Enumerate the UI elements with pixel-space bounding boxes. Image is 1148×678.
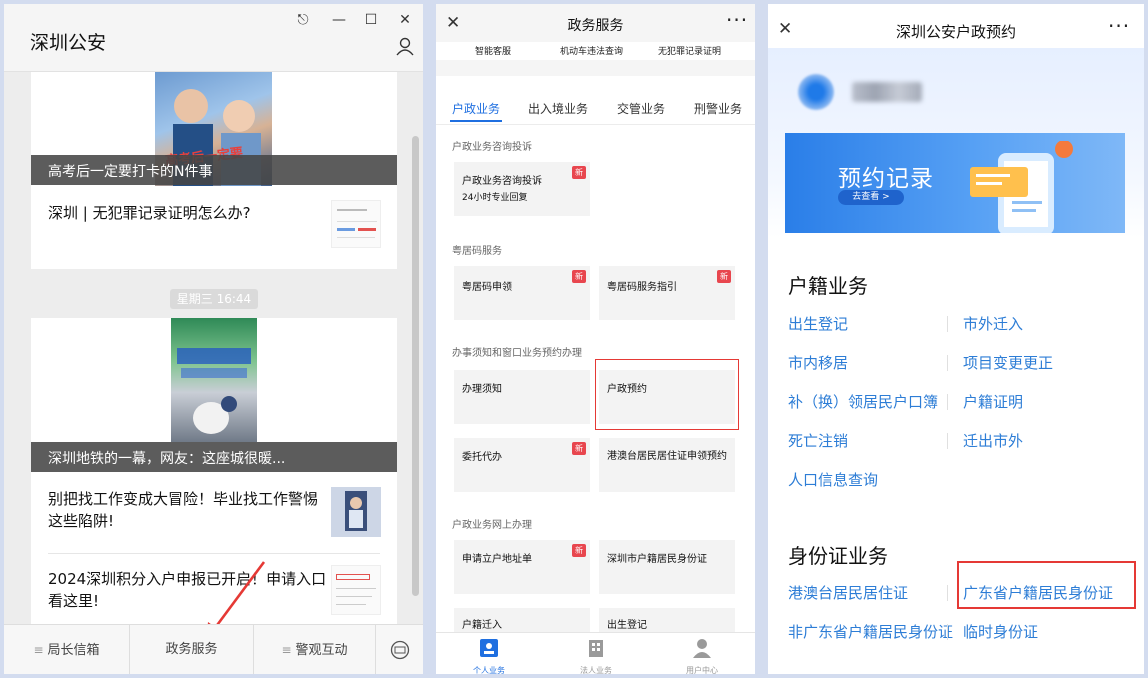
miniapp-header: ✕ 政务服务 ··· bbox=[436, 4, 755, 44]
menu-list-icon: ≡ bbox=[33, 643, 44, 657]
active-tab-indicator bbox=[450, 120, 502, 122]
user-icon bbox=[693, 639, 711, 658]
menu-police-interaction[interactable]: ≡ 警观互动 bbox=[254, 625, 376, 674]
divider bbox=[436, 124, 755, 125]
new-badge: 新 bbox=[572, 544, 586, 557]
more-options-icon[interactable]: ··· bbox=[726, 8, 748, 32]
article-card[interactable]: 高考后一定要 高考后一定要打卡的N件事 深圳 | 无犯罪记录证明怎么办? bbox=[31, 72, 397, 269]
link-non-guangdong-id-card[interactable]: 非广东省户籍居民身份证 bbox=[788, 622, 953, 642]
article-thumbnail bbox=[331, 487, 381, 537]
section-label: 户政业务咨询投诉 bbox=[452, 142, 532, 153]
link-item-correction[interactable]: 项目变更更正 bbox=[963, 353, 1053, 373]
new-badge: 新 bbox=[717, 270, 731, 283]
cover-caption: 高考后一定要打卡的N件事 bbox=[31, 155, 397, 185]
article-title[interactable]: 深圳 | 无犯罪记录证明怎么办? bbox=[48, 202, 318, 224]
new-badge: 新 bbox=[572, 166, 586, 179]
profile-icon[interactable] bbox=[395, 36, 415, 60]
service-shenzhen-id-card[interactable]: 深圳市户籍居民身份证 bbox=[599, 540, 735, 594]
message-timestamp: 星期三 16:44 bbox=[170, 289, 258, 309]
article-cover-image bbox=[171, 318, 257, 442]
highlight-box bbox=[957, 561, 1136, 609]
scrollbar[interactable] bbox=[412, 136, 419, 596]
gov-services-miniapp: ✕ 政务服务 ··· 智能客服 机动车违法查询 无犯罪记录证明 户政业务 出入境… bbox=[436, 4, 755, 674]
bottom-nav: 个人业务 法人业务 用户中心 bbox=[436, 632, 755, 674]
nav-user-center[interactable]: 用户中心 bbox=[662, 633, 742, 674]
view-records-button[interactable]: 去查看 > bbox=[838, 190, 904, 205]
section-heading-household: 户籍业务 bbox=[788, 274, 868, 298]
link-death-cancellation[interactable]: 死亡注销 bbox=[788, 431, 848, 451]
link-hkmt-residence-permit[interactable]: 港澳台居民居住证 bbox=[788, 583, 908, 603]
link-birth-registration[interactable]: 出生登记 bbox=[788, 314, 848, 334]
keyboard-toggle-icon[interactable] bbox=[376, 625, 423, 674]
more-options-icon[interactable]: ··· bbox=[1108, 14, 1130, 38]
service-yuejuma-guide[interactable]: 粤居码服务指引 新 bbox=[599, 266, 735, 320]
household-appointment-page: ✕ 深圳公安户政预约 ··· 预约记录 去查看 > 户籍业务 出生登记 市外迁入… bbox=[768, 4, 1144, 674]
link-temporary-id-card[interactable]: 临时身份证 bbox=[963, 622, 1038, 642]
menu-gov-services[interactable]: 政务服务 bbox=[130, 625, 254, 674]
service-consult-complaint[interactable]: 户政业务咨询投诉 24小时专业回复 新 bbox=[454, 162, 590, 216]
banner-title: 预约记录 bbox=[838, 166, 934, 192]
divider bbox=[947, 433, 948, 449]
personal-icon bbox=[480, 639, 498, 657]
divider bbox=[48, 553, 380, 554]
appointment-records-banner[interactable]: 预约记录 去查看 > bbox=[785, 133, 1125, 233]
bottom-menu: ≡ 局长信箱 政务服务 ≡ 警观互动 bbox=[4, 624, 423, 674]
quick-service-item[interactable]: 机动车违法查询 bbox=[560, 44, 623, 57]
link-relocate-within-city[interactable]: 市内移居 bbox=[788, 353, 848, 373]
blurred-username bbox=[852, 82, 922, 102]
divider bbox=[947, 624, 948, 640]
page-header: ✕ 深圳公安户政预约 ··· bbox=[768, 4, 1144, 48]
account-title: 深圳公安 bbox=[30, 32, 107, 54]
section-label: 户政业务网上办理 bbox=[452, 520, 532, 531]
tab-traffic[interactable]: 交管业务 bbox=[617, 100, 665, 117]
divider bbox=[947, 585, 948, 601]
quick-service-item[interactable]: 无犯罪记录证明 bbox=[658, 44, 721, 57]
page-title: 深圳公安户政预约 bbox=[895, 23, 1016, 41]
new-badge: 新 bbox=[572, 270, 586, 283]
divider bbox=[947, 355, 948, 371]
article-thumbnail bbox=[331, 200, 381, 248]
tab-criminal[interactable]: 刑警业务 bbox=[694, 100, 742, 117]
section-label: 粤居码服务 bbox=[452, 246, 502, 257]
service-hkmt-residence-permit[interactable]: 港澳台居民居住证申领预约 bbox=[599, 438, 735, 492]
cover-caption: 深圳地铁的一幕，网友：这座城很暖... bbox=[31, 442, 397, 472]
service-proxy[interactable]: 委托代办 新 bbox=[454, 438, 590, 492]
menu-mailbox[interactable]: ≡ 局长信箱 bbox=[4, 625, 130, 674]
link-population-query[interactable]: 人口信息查询 bbox=[788, 470, 878, 490]
service-guidelines[interactable]: 办理须知 bbox=[454, 370, 590, 424]
tab-entry-exit[interactable]: 出入境业务 bbox=[528, 100, 588, 117]
building-icon bbox=[589, 640, 603, 657]
tab-household[interactable]: 户政业务 bbox=[452, 100, 500, 117]
link-reissue-hukou-book[interactable]: 补（换）领居民户口簿 bbox=[788, 392, 938, 412]
link-move-in-from-outside[interactable]: 市外迁入 bbox=[963, 314, 1023, 334]
article-title[interactable]: 2024深圳积分入户申报已开启！申请入口看这里! bbox=[48, 568, 330, 612]
close-icon[interactable]: ✕ bbox=[396, 12, 414, 28]
highlight-box bbox=[595, 359, 739, 430]
new-badge: 新 bbox=[572, 442, 586, 455]
divider bbox=[947, 394, 948, 410]
divider bbox=[947, 316, 948, 332]
section-heading-id-card: 身份证业务 bbox=[788, 544, 888, 568]
phone-illustration-icon bbox=[970, 141, 1073, 233]
service-address-form[interactable]: 申请立户地址单 新 bbox=[454, 540, 590, 594]
official-account-chat-window: 深圳公安 ⎋ — ☐ ✕ 高考后一定要 高考后一定要打卡的N件事 深圳 | 无犯… bbox=[4, 4, 423, 674]
service-yuejuma-apply[interactable]: 粤居码申领 新 bbox=[454, 266, 590, 320]
menu-list-icon: ≡ bbox=[281, 643, 292, 657]
quick-services-row: 智能客服 机动车违法查询 无犯罪记录证明 bbox=[436, 42, 755, 60]
nav-personal[interactable]: 个人业务 bbox=[449, 633, 529, 674]
article-title[interactable]: 别把找工作变成大冒险！毕业找工作警惕这些陷阱! bbox=[48, 488, 330, 532]
services-content: 户政业务 出入境业务 交管业务 刑警业务 户政业务咨询投诉 户政业务咨询投诉 2… bbox=[436, 76, 755, 638]
minimize-icon[interactable]: — bbox=[330, 12, 348, 28]
quick-service-item[interactable]: 智能客服 bbox=[475, 44, 511, 57]
avatar bbox=[798, 74, 834, 110]
article-thumbnail bbox=[331, 565, 381, 615]
page-title: 政务服务 bbox=[567, 18, 624, 34]
chat-header: 深圳公安 ⎋ — ☐ ✕ bbox=[4, 4, 423, 72]
section-label: 办事须知和窗口业务预约办理 bbox=[452, 348, 582, 359]
pin-icon[interactable]: ⎋ bbox=[294, 12, 312, 28]
link-household-certificate[interactable]: 户籍证明 bbox=[963, 392, 1023, 412]
maximize-icon[interactable]: ☐ bbox=[362, 12, 380, 28]
link-move-out[interactable]: 迁出市外 bbox=[963, 431, 1023, 451]
nav-corporate[interactable]: 法人业务 bbox=[556, 633, 636, 674]
